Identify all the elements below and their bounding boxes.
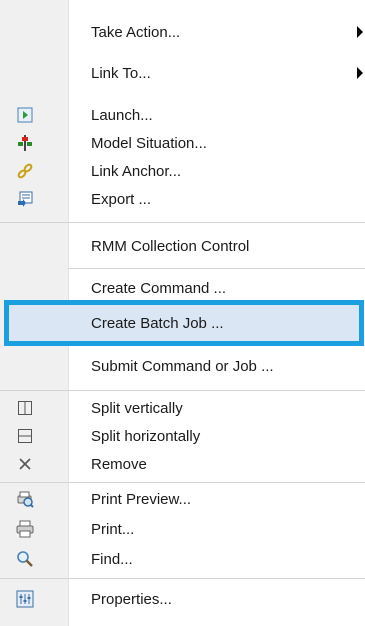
menu-item-label: Split vertically xyxy=(91,399,183,417)
model-situation-icon xyxy=(16,134,34,152)
remove-icon xyxy=(16,455,34,473)
menu-item-properties[interactable]: Properties... xyxy=(0,582,365,616)
menu-item-label: Split horizontally xyxy=(91,427,201,445)
submenu-arrow-icon xyxy=(357,26,363,38)
menu-item-remove[interactable]: Remove xyxy=(0,450,365,478)
menu-item-label: Model Situation... xyxy=(91,134,207,152)
printer-icon xyxy=(16,520,34,538)
menu-separator xyxy=(68,268,365,269)
link-anchor-icon xyxy=(16,162,34,180)
menu-item-label: Export ... xyxy=(91,190,152,208)
menu-item-model-situation[interactable]: Model Situation... xyxy=(0,128,365,158)
print-preview-icon xyxy=(16,490,34,508)
menu-item-label: Take Action... xyxy=(91,23,181,41)
menu-item-label: Print... xyxy=(91,520,135,538)
menu-item-label: Link Anchor... xyxy=(91,162,182,180)
export-icon xyxy=(16,190,34,208)
menu-item-label: Link To... xyxy=(91,64,151,82)
split-vertical-icon xyxy=(16,399,34,417)
menu-item-label: Find... xyxy=(91,550,133,568)
menu-item-label: Create Command ... xyxy=(91,279,227,297)
menu-item-link-anchor[interactable]: Link Anchor... xyxy=(0,156,365,186)
menu-item-create-batch-job[interactable]: Create Batch Job ... xyxy=(0,305,365,341)
menu-item-print[interactable]: Print... xyxy=(0,514,365,544)
properties-icon xyxy=(16,590,34,608)
menu-item-label: Submit Command or Job ... xyxy=(91,357,274,375)
menu-separator xyxy=(0,578,365,579)
menu-item-launch[interactable]: Launch... xyxy=(0,100,365,130)
menu-item-submit-command-or-job[interactable]: Submit Command or Job ... xyxy=(0,348,365,384)
menu-item-label: RMM Collection Control xyxy=(91,237,250,255)
menu-item-label: Properties... xyxy=(91,590,172,608)
split-horizontal-icon xyxy=(16,427,34,445)
menu-item-split-horizontally[interactable]: Split horizontally xyxy=(0,422,365,450)
submenu-arrow-icon xyxy=(357,67,363,79)
menu-item-split-vertically[interactable]: Split vertically xyxy=(0,394,365,422)
menu-separator xyxy=(0,482,365,483)
context-menu: Take Action... Link To... Launch... Mode… xyxy=(0,0,365,626)
menu-item-print-preview[interactable]: Print Preview... xyxy=(0,484,365,514)
menu-item-create-command[interactable]: Create Command ... xyxy=(0,270,365,306)
menu-item-rmm-collection-control[interactable]: RMM Collection Control xyxy=(0,228,365,264)
menu-item-label: Remove xyxy=(91,455,147,473)
menu-item-export[interactable]: Export ... xyxy=(0,184,365,214)
menu-item-take-action[interactable]: Take Action... xyxy=(0,14,365,50)
menu-item-label: Launch... xyxy=(91,106,153,124)
launch-icon xyxy=(16,106,34,124)
menu-item-find[interactable]: Find... xyxy=(0,544,365,574)
magnifier-icon xyxy=(16,550,34,568)
menu-item-label: Print Preview... xyxy=(91,490,192,508)
menu-item-link-to[interactable]: Link To... xyxy=(0,55,365,91)
menu-item-label: Create Batch Job ... xyxy=(91,314,224,332)
menu-separator xyxy=(0,222,365,223)
menu-separator xyxy=(0,390,365,391)
